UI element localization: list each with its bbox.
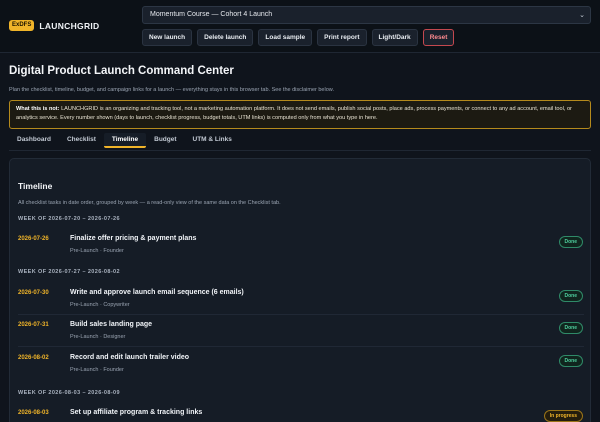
disclaimer-box: What this is not: LAUNCHGRID is an organ… <box>9 100 591 129</box>
row-divider <box>18 346 584 347</box>
row-divider <box>18 314 584 315</box>
page-subtitle: Plan the checklist, timeline, budget, an… <box>9 87 334 93</box>
print-report-button[interactable]: Print report <box>317 29 367 46</box>
status-badge: Done <box>558 236 583 248</box>
timeline-row: 2026-07-26 Finalize offer pricing & paym… <box>10 232 590 260</box>
reset-button[interactable]: Reset <box>422 29 455 46</box>
disclaimer-label: What this is not: <box>16 106 60 112</box>
task-title: Build sales landing page <box>70 321 153 328</box>
project-select[interactable]: Momentum Course — Cohort 4 Launch ⌄ <box>142 6 591 24</box>
page-title: Digital Product Launch Command Center <box>9 65 234 77</box>
timeline-row: 2026-08-03 Set up affiliate program & tr… <box>10 406 590 422</box>
task-meta: Pre-Launch · Founder <box>70 367 124 373</box>
theme-toggle-button[interactable]: Light/Dark <box>371 29 418 46</box>
toolbar: New launch Delete launch Load sample Pri… <box>142 29 455 46</box>
task-date: 2026-07-31 <box>18 322 49 328</box>
timeline-row: 2026-08-02 Record and edit launch traile… <box>10 351 590 379</box>
disclaimer-text: LAUNCHGRID is an organizing and tracking… <box>16 106 572 121</box>
brand-name: LAUNCHGRID <box>39 20 100 31</box>
top-bar: ExDFS LAUNCHGRID Momentum Course — Cohor… <box>0 0 600 53</box>
tab-divider <box>9 150 591 151</box>
task-title: Finalize offer pricing & payment plans <box>70 235 197 242</box>
timeline-panel: Timeline All checklist tasks in date ord… <box>9 158 591 422</box>
timeline-subtitle: All checklist tasks in date order, group… <box>18 200 281 206</box>
new-launch-button[interactable]: New launch <box>142 29 193 46</box>
status-badge: Done <box>558 290 583 302</box>
status-badge: Done <box>558 355 583 367</box>
tab-timeline[interactable]: Timeline <box>103 133 147 148</box>
tab-checklist[interactable]: Checklist <box>59 133 104 148</box>
task-title: Set up affiliate program & tracking link… <box>70 409 203 416</box>
tab-bar: Dashboard Checklist Timeline Budget UTM … <box>9 133 240 149</box>
task-date: 2026-08-02 <box>18 355 49 361</box>
project-select-value: Momentum Course — Cohort 4 Launch <box>150 11 273 18</box>
week-header: WEEK OF 2026-07-27 – 2026-08-02 <box>18 269 120 275</box>
chevron-down-icon: ⌄ <box>579 12 585 19</box>
task-meta: Pre-Launch · Designer <box>70 334 126 340</box>
tab-budget[interactable]: Budget <box>146 133 184 148</box>
timeline-title: Timeline <box>18 181 53 191</box>
delete-launch-button[interactable]: Delete launch <box>197 29 254 46</box>
status-badge: In progress <box>543 410 583 422</box>
status-badge: Done <box>558 322 583 334</box>
timeline-row: 2026-07-30 Write and approve launch emai… <box>10 286 590 314</box>
task-date: 2026-08-03 <box>18 410 49 416</box>
timeline-row: 2026-07-31 Build sales landing page Pre-… <box>10 318 590 346</box>
task-title: Write and approve launch email sequence … <box>70 289 244 296</box>
task-title: Record and edit launch trailer video <box>70 354 190 361</box>
week-header: WEEK OF 2026-08-03 – 2026-08-09 <box>18 390 120 396</box>
week-header: WEEK OF 2026-07-20 – 2026-07-26 <box>18 216 120 222</box>
task-meta: Pre-Launch · Founder <box>70 248 124 254</box>
tab-dashboard[interactable]: Dashboard <box>9 133 59 148</box>
task-meta: Pre-Launch · Copywriter <box>70 302 130 308</box>
load-sample-button[interactable]: Load sample <box>258 29 313 46</box>
brand: ExDFS LAUNCHGRID <box>9 20 99 31</box>
task-date: 2026-07-30 <box>18 290 49 296</box>
brand-badge: ExDFS <box>9 20 35 31</box>
tab-utm-links[interactable]: UTM & Links <box>185 133 240 148</box>
task-date: 2026-07-26 <box>18 236 49 242</box>
